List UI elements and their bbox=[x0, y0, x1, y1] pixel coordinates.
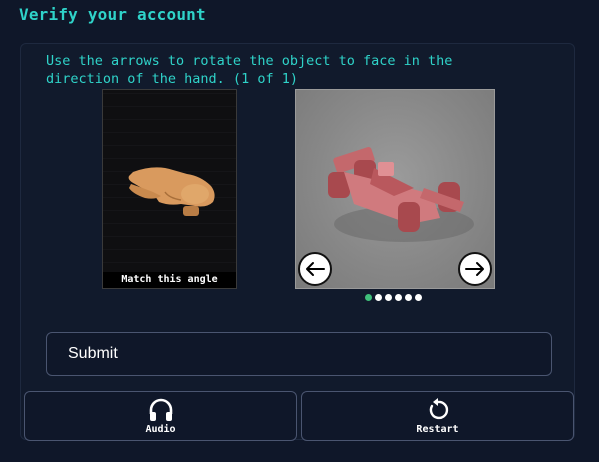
pager-dot bbox=[405, 294, 412, 301]
restart-label: Restart bbox=[416, 423, 459, 435]
rotate-right-button[interactable] bbox=[458, 252, 492, 286]
pager-dot-active bbox=[365, 294, 372, 301]
rotate-left-button[interactable] bbox=[298, 252, 332, 286]
restart-button[interactable]: Restart bbox=[301, 391, 574, 441]
audio-button[interactable]: Audio bbox=[24, 391, 297, 441]
reference-caption: Match this angle bbox=[103, 272, 236, 288]
pager-dot bbox=[385, 294, 392, 301]
arrow-left-icon bbox=[306, 262, 325, 276]
pager-dot bbox=[415, 294, 422, 301]
restart-icon bbox=[429, 397, 448, 419]
pager-dot bbox=[395, 294, 402, 301]
reference-image: Match this angle bbox=[102, 89, 237, 289]
headphones-icon bbox=[149, 398, 172, 421]
submit-button[interactable]: Submit bbox=[46, 332, 552, 376]
pager-dot bbox=[375, 294, 382, 301]
page-title: Verify your account bbox=[19, 5, 206, 24]
wooden-hand-image bbox=[128, 167, 215, 216]
audio-label: Audio bbox=[145, 423, 176, 435]
race-car-image bbox=[328, 146, 474, 242]
challenge-instruction: Use the arrows to rotate the object to f… bbox=[46, 53, 453, 87]
pager-dots bbox=[365, 294, 422, 301]
arrow-right-icon bbox=[465, 262, 484, 276]
